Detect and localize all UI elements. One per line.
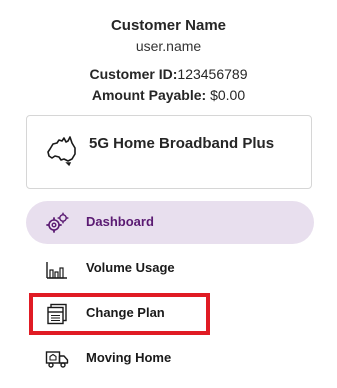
nav-label-dashboard: Dashboard [86,214,154,229]
nav-label-volume-usage: Volume Usage [86,260,175,275]
gears-icon [46,212,69,233]
moving-truck-icon [45,351,69,368]
nav-item-change-plan[interactable]: Change Plan [26,292,314,335]
australia-map-icon [47,136,76,167]
nav-item-volume-usage[interactable]: Volume Usage [26,247,314,290]
nav-label-change-plan: Change Plan [86,305,165,320]
nav-item-moving-home[interactable]: Moving Home [26,337,314,380]
amount-payable-label: Amount Payable: [91,87,207,103]
customer-id-line: Customer ID:123456789 [0,66,337,82]
bar-chart-icon [46,262,67,279]
customer-id-label: Customer ID: [89,66,178,82]
amount-payable-line: Amount Payable: $0.00 [0,87,337,103]
nav-label-moving-home: Moving Home [86,350,172,365]
customer-name: Customer Name [110,17,227,34]
amount-payable-value: $0.00 [210,87,246,103]
nav-item-dashboard[interactable]: Dashboard [26,201,314,244]
plan-document-icon [47,303,67,325]
customer-username: user.name [135,38,202,54]
plan-card[interactable]: 5G Home Broadband Plus [26,115,312,189]
customer-id-value: 123456789 [177,66,248,82]
plan-name: 5G Home Broadband Plus [89,135,275,152]
